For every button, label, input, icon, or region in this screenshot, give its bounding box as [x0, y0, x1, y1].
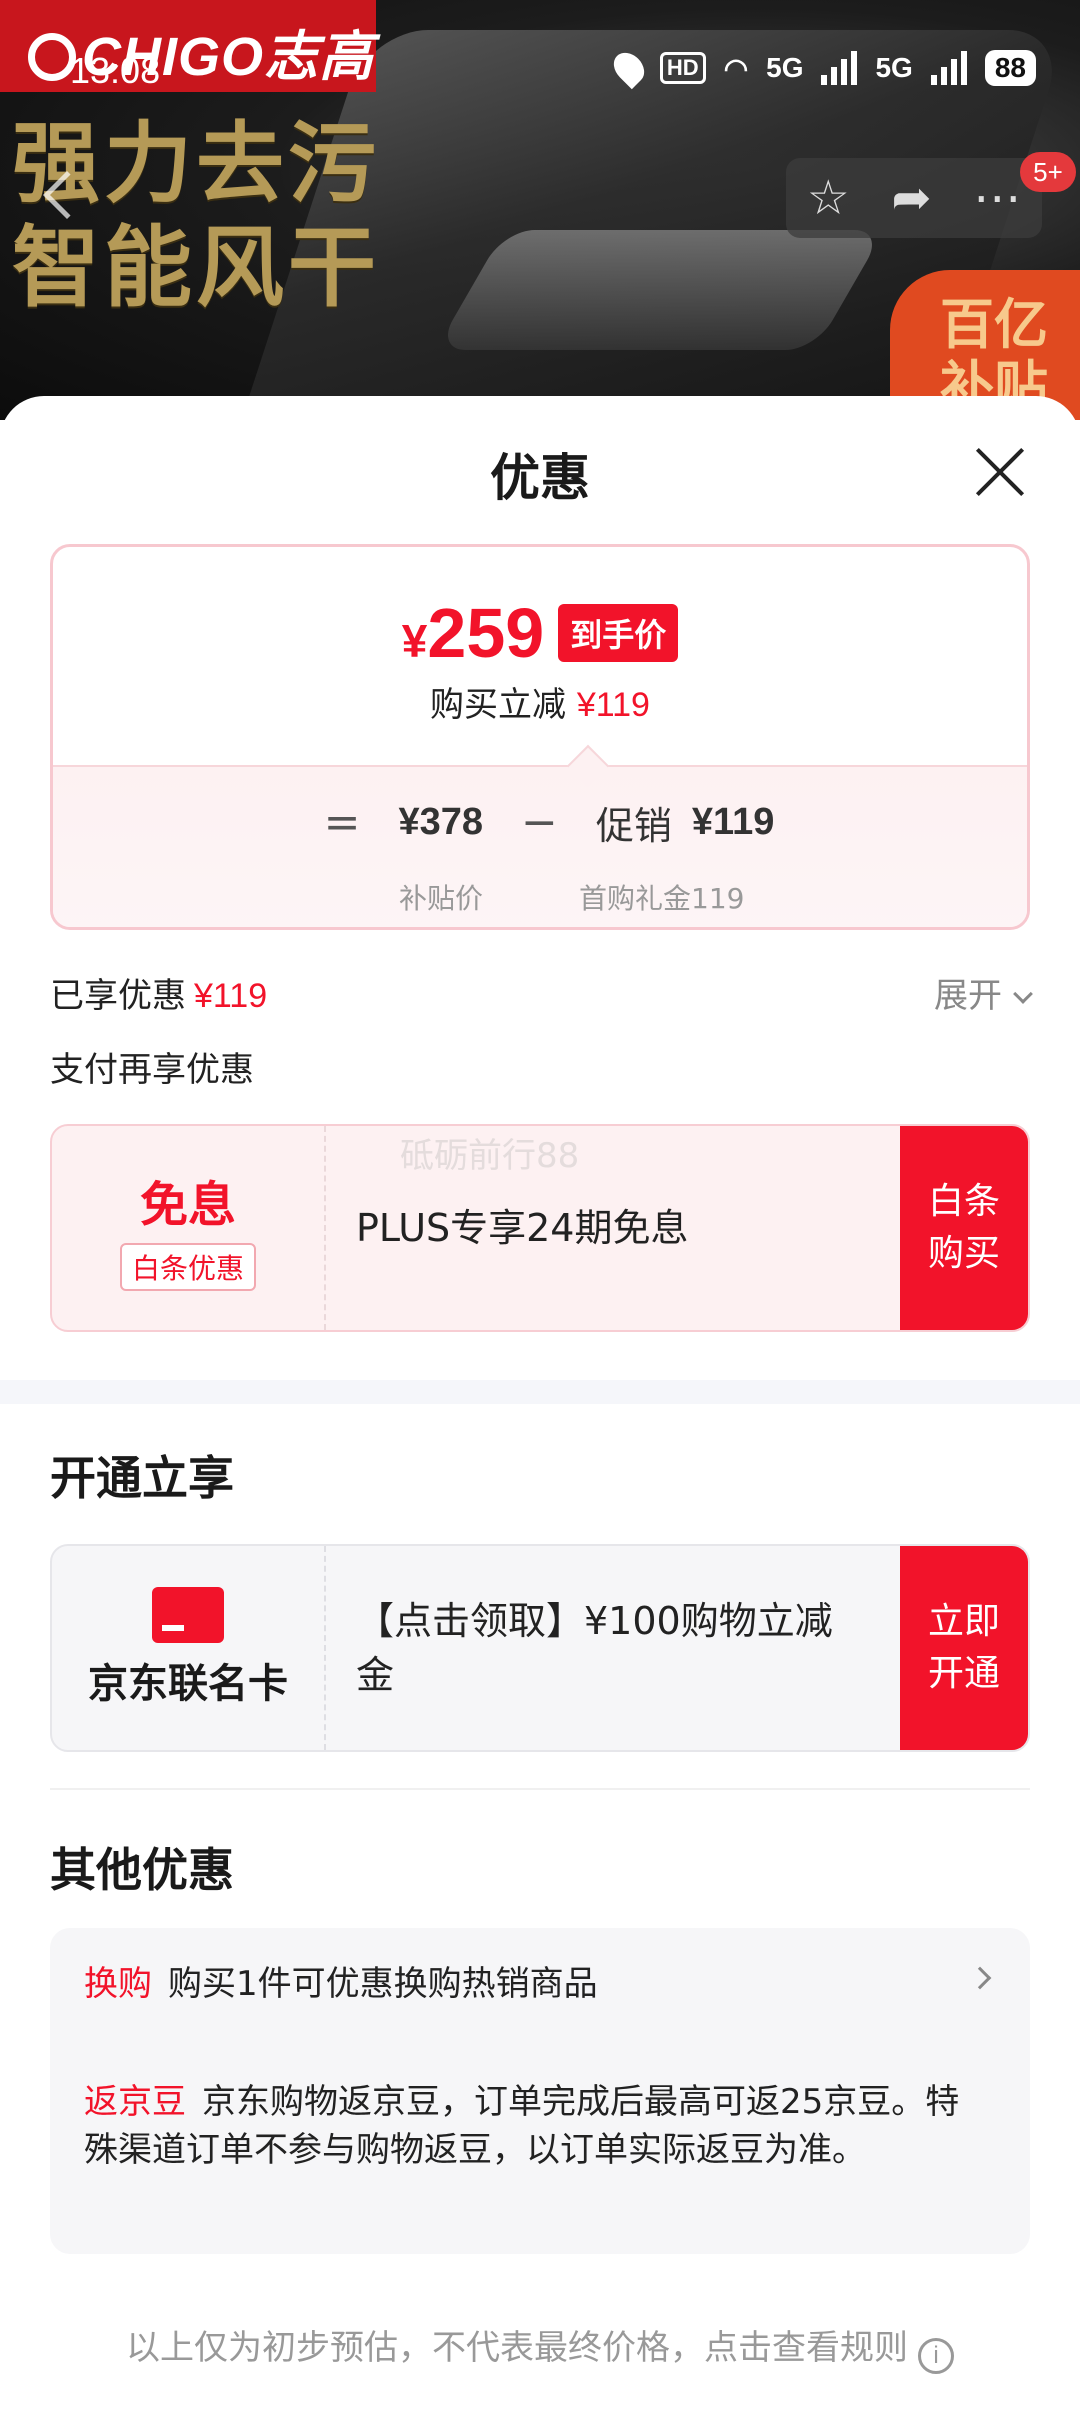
footer-note[interactable]: 以上仅为初步预估，不代表最终价格，点击查看规则 i — [0, 2320, 1080, 2374]
minus-sign: − — [521, 797, 558, 848]
jingdou-text: 京东购物返京豆，订单完成后最高可返25京豆。特殊渠道订单不参与购物返豆，以订单实… — [84, 2082, 960, 2170]
credit-card-icon — [152, 1587, 224, 1643]
base-price-label: 补贴价 — [399, 882, 484, 915]
status-bar: 13:08 HD ◠ 5G 5G 88 — [0, 40, 1080, 100]
footer-note-text: 以上仅为初步预估，不代表最终价格，点击查看规则 — [126, 2328, 908, 2368]
hd-icon: HD — [659, 52, 706, 84]
cobrand-left: 京东联名卡 — [52, 1546, 326, 1750]
installment-type: 免息 — [139, 1177, 236, 1233]
enjoyed-discount: 已享优惠 ¥119 — [50, 968, 267, 1017]
chevron-down-icon — [1013, 984, 1033, 1004]
baitiao-tag: 白条优惠 — [119, 1243, 256, 1291]
card-offer-description: 【点击领取】¥100购物立减金 — [356, 1599, 833, 1697]
header-actions: ☆ ➦ ⋯ — [786, 158, 1042, 238]
enjoyed-value: ¥119 — [194, 977, 268, 1015]
watermark: 砥砺前行88 — [400, 1136, 580, 1176]
info-icon[interactable]: i — [918, 2338, 954, 2374]
price-formula-section: = ¥378 − 促销 ¥119 补贴价 首购礼金119 — [53, 744, 1027, 927]
sheet-title: 优惠 — [490, 449, 590, 507]
promo-sublabel: 首购礼金119 — [579, 882, 745, 915]
final-price: ¥259 — [402, 593, 544, 673]
expand-label: 展开 — [934, 976, 1002, 1016]
reduce-value: ¥119 — [576, 686, 650, 724]
section-divider — [0, 1380, 1080, 1404]
reduce-row: 购买立减 ¥119 — [53, 677, 1027, 726]
final-price-tag: 到手价 — [558, 604, 679, 662]
thin-divider — [50, 1788, 1030, 1790]
final-price-currency: ¥ — [401, 615, 428, 667]
exchange-offer-row[interactable]: 换购 购买1件可优惠换购热销商品 — [84, 1956, 996, 2005]
equals-sign: = — [323, 797, 361, 848]
signal-label-2: 5G — [875, 52, 913, 83]
pay-section-title: 支付再享优惠 — [50, 1050, 254, 1090]
base-price: ¥378 — [398, 801, 484, 843]
cobrand-card-offer[interactable]: 京东联名卡 【点击领取】¥100购物立减金 立即 开通 — [50, 1544, 1030, 1752]
location-icon — [607, 46, 651, 90]
open-card-button[interactable]: 立即 开通 — [900, 1546, 1028, 1750]
price-breakdown-card: ¥259 到手价 购买立减 ¥119 = ¥378 − 促销 ¥119 补贴价 … — [50, 544, 1030, 930]
favorite-icon[interactable]: ☆ — [807, 158, 850, 238]
card-name: 京东联名卡 — [88, 1661, 288, 1707]
close-icon[interactable] — [972, 444, 1028, 500]
slogan-line-2: 智能风干 — [12, 216, 381, 319]
expand-button[interactable]: 展开 — [934, 968, 1033, 1017]
other-section-title: 其他优惠 — [50, 1843, 234, 1897]
battery-icon: 88 — [984, 50, 1036, 86]
more-icon[interactable]: ⋯ — [973, 158, 1021, 238]
message-badge: 5+ — [1020, 152, 1076, 192]
promo-label: 促销 — [595, 804, 672, 848]
enjoyed-label: 已享优惠 — [50, 976, 186, 1016]
wifi-icon: ◠ — [723, 52, 749, 84]
exchange-text: 购买1件可优惠换购热销商品 — [168, 1964, 598, 2004]
price-formula: = ¥378 − 促销 ¥119 — [53, 795, 1027, 850]
discount-sheet: 优惠 ¥259 到手价 购买立减 ¥119 = ¥378 − 促销 ¥119 补… — [0, 396, 1080, 2412]
status-time: 13:08 — [70, 50, 161, 91]
promo-value: ¥119 — [691, 801, 775, 843]
washer-lid-image — [435, 230, 885, 350]
final-price-section: ¥259 到手价 购买立减 ¥119 — [53, 547, 1027, 765]
share-icon[interactable]: ➦ — [891, 158, 931, 238]
chevron-right-icon — [968, 1966, 992, 1990]
signal-icon-1 — [821, 51, 858, 85]
signal-icon-2 — [930, 51, 967, 85]
open-section-title: 开通立享 — [50, 1451, 234, 1505]
jingdou-tag: 返京豆 — [84, 2082, 186, 2122]
jingdou-offer-row: 返京豆 京东购物返京豆，订单完成后最高可返25京豆。特殊渠道订单不参与购物返豆，以… — [84, 2078, 970, 2174]
status-icons: HD ◠ 5G 5G 88 — [607, 46, 1036, 90]
final-price-row: ¥259 到手价 — [53, 593, 1027, 673]
other-offers-box: 换购 购买1件可优惠换购热销商品 返京豆 京东购物返京豆，订单完成后最高可返25京豆… — [50, 1928, 1030, 2254]
final-price-value: 259 — [427, 594, 545, 672]
subsidy-line-1: 百亿 — [940, 293, 1048, 356]
exchange-tag: 换购 — [84, 1964, 152, 2004]
reduce-label: 购买立减 — [430, 685, 567, 725]
signal-label-1: 5G — [766, 52, 804, 83]
installment-left: 免息 白条优惠 — [52, 1126, 326, 1330]
baitiao-buy-button[interactable]: 白条 购买 — [900, 1126, 1028, 1330]
